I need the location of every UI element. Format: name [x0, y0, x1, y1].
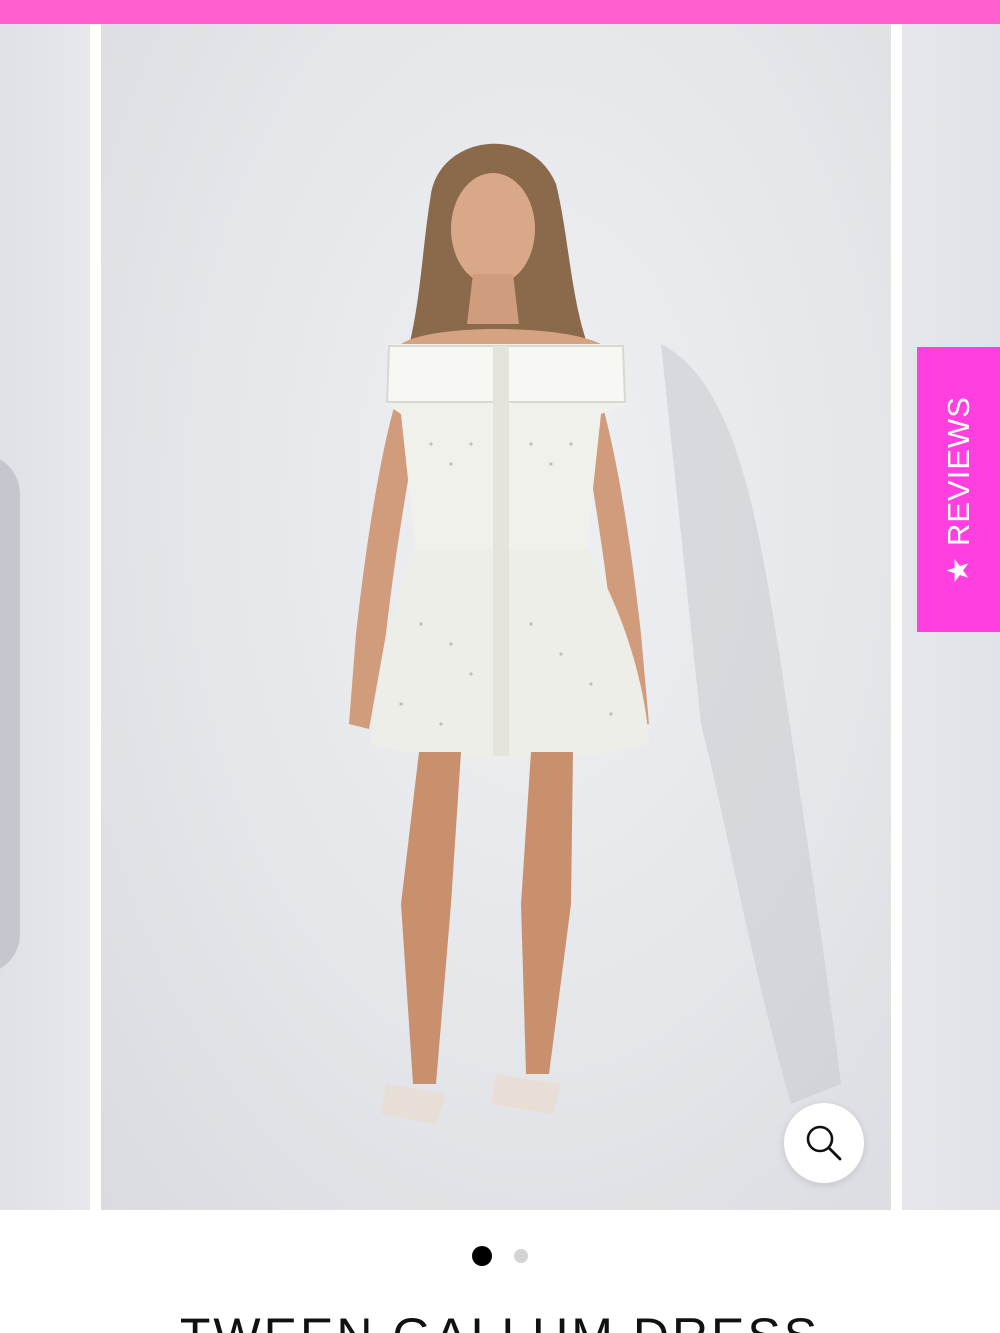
zoom-button[interactable]: [784, 1103, 864, 1183]
pagination-dot-2[interactable]: [514, 1249, 528, 1263]
reviews-tab[interactable]: ★ REVIEWS: [917, 347, 1000, 632]
top-announcement-bar[interactable]: [0, 0, 1000, 24]
star-icon: ★: [941, 555, 975, 584]
product-image-carousel[interactable]: [0, 24, 1000, 1210]
reviews-tab-label: REVIEWS: [940, 395, 976, 546]
magnifier-icon: [806, 1125, 842, 1161]
previous-slide-figure: [0, 454, 20, 974]
model-illustration: [349, 143, 841, 1124]
product-image[interactable]: [101, 24, 891, 1210]
previous-slide-peek[interactable]: [0, 24, 90, 1210]
product-page: ★ REVIEWS TWEEN GALLUM DRESS: [0, 0, 1000, 1333]
carousel-pagination: [0, 1244, 1000, 1268]
reviews-tab-content: ★ REVIEWS: [941, 396, 977, 584]
product-title: TWEEN GALLUM DRESS: [0, 1306, 1000, 1333]
pagination-dot-1[interactable]: [472, 1246, 492, 1266]
